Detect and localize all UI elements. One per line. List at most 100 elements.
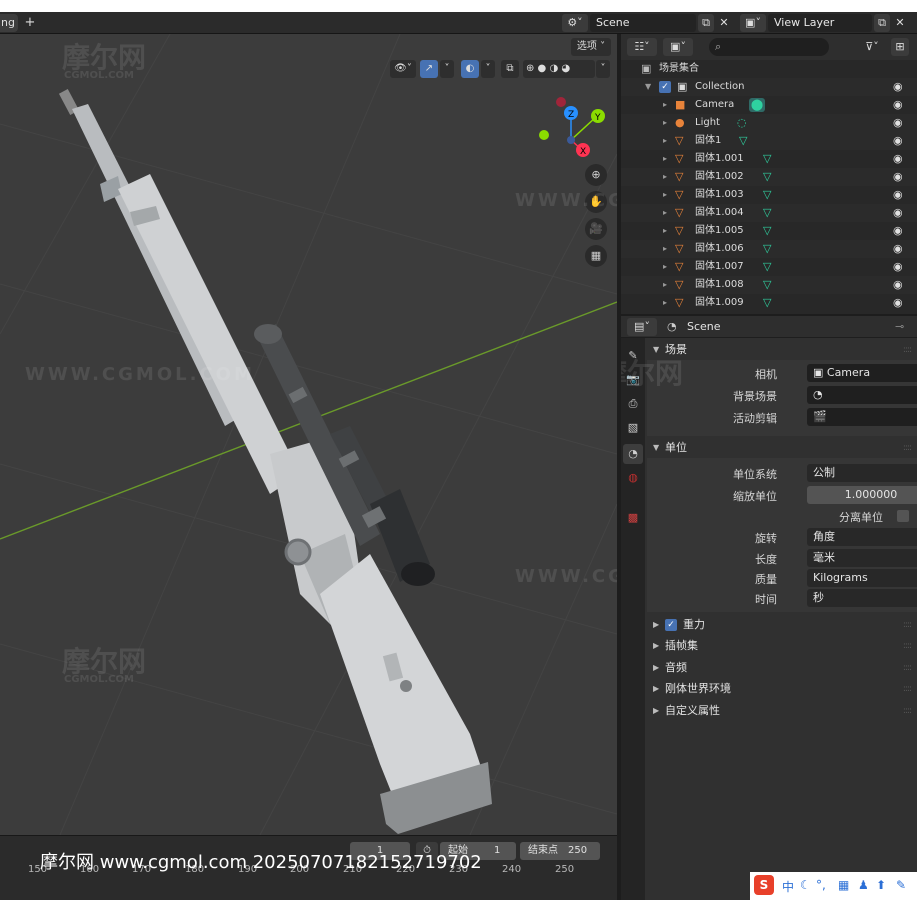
workspace-tab[interactable]: ng	[0, 14, 18, 32]
filter-icon[interactable]: ⊽˅	[859, 38, 885, 56]
filter-view-icon[interactable]: ▣˅	[663, 38, 693, 56]
custom-properties-section-header[interactable]: ▶ 自定义属性 ::::	[647, 701, 917, 721]
outliner-search-input[interactable]: ⌕	[709, 38, 829, 56]
visibility-eye-icon[interactable]: ◉	[893, 168, 903, 186]
drag-handle-icon[interactable]: ::::	[903, 438, 912, 458]
mesh-data-icon[interactable]: ▽	[763, 276, 771, 294]
mesh-data-icon[interactable]: ▽	[763, 258, 771, 276]
properties-panel[interactable]: ▤˅ ◔ Scene ⊸ ✎ 📷 ⎙ ▧ ◔ ◍ ▩ ▼ 场景 :::: 相机 …	[621, 316, 917, 900]
ime-chinese-icon[interactable]: 中	[782, 878, 794, 895]
mesh-data-icon[interactable]: ▽	[763, 240, 771, 258]
xray-toggle-icon[interactable]: ⧉	[501, 60, 519, 78]
options-dropdown[interactable]: 选项 ˅	[571, 38, 611, 56]
outliner-row-mesh[interactable]: ▸ ▽ 固体1.005 ▽ ◉	[621, 222, 917, 240]
delete-scene-icon[interactable]: ✕	[716, 14, 732, 32]
expand-icon[interactable]: ▸	[663, 150, 667, 168]
outliner-row-light[interactable]: ▸ ● Light ◌ ◉	[621, 114, 917, 132]
punctuation-icon[interactable]: °,	[816, 878, 826, 892]
scene-section-header[interactable]: ▼ 场景 ::::	[647, 340, 917, 360]
visibility-eye-icon[interactable]: ◉	[893, 114, 903, 132]
mesh-data-icon[interactable]: ▽	[763, 222, 771, 240]
mass-dropdown[interactable]: Kilograms ˅	[807, 569, 917, 587]
outliner-row-collection[interactable]: ▼ ✓ ▣ Collection ◉	[621, 78, 917, 96]
outliner-row-mesh[interactable]: ▸ ▽ 固体1.002 ▽ ◉	[621, 168, 917, 186]
drag-handle-icon[interactable]: ::::	[903, 658, 912, 678]
mesh-data-icon[interactable]: ▽	[763, 186, 771, 204]
pin-icon[interactable]: ⊸	[895, 320, 904, 333]
visibility-eye-icon[interactable]: ◉	[893, 222, 903, 240]
expand-icon[interactable]: ▸	[663, 114, 667, 132]
outliner-row-mesh[interactable]: ▸ ▽ 固体1.009 ▽ ◉	[621, 294, 917, 312]
timeline-editor[interactable]: 1 ⏱ 起始 1 结束点 250 150 160 170 180 190 200…	[0, 835, 617, 900]
gizmo-toggle-icon[interactable]: ↗	[420, 60, 438, 78]
visibility-eye-icon[interactable]: ◉	[893, 150, 903, 168]
units-section-header[interactable]: ▼ 单位 ::::	[647, 438, 917, 458]
new-collection-icon[interactable]: ⊞	[891, 38, 909, 56]
gizmo-dropdown-icon[interactable]: ˅	[440, 60, 454, 78]
outliner-row-mesh[interactable]: ▸ ▽ 固体1.004 ▽ ◉	[621, 204, 917, 222]
gravity-checkbox[interactable]: ✓	[665, 619, 677, 631]
output-tab-icon[interactable]: ⎙	[623, 394, 643, 414]
expand-icon[interactable]: ▼	[645, 78, 651, 96]
delete-view-layer-icon[interactable]: ✕	[892, 14, 908, 32]
drag-handle-icon[interactable]: ::::	[903, 636, 912, 656]
expand-icon[interactable]: ▸	[663, 168, 667, 186]
skin-icon[interactable]: ⬆	[876, 878, 886, 892]
visibility-eye-icon[interactable]: ◉	[893, 240, 903, 258]
wrench-icon[interactable]: ✎	[896, 878, 906, 892]
visibility-eye-icon[interactable]: ◉	[893, 186, 903, 204]
camera-field[interactable]: ▣ Camera ✕	[807, 364, 917, 382]
view-layer-selector-icon[interactable]: ▣˅	[740, 14, 766, 32]
expand-icon[interactable]: ▸	[663, 276, 667, 294]
moon-icon[interactable]: ☾	[800, 878, 811, 892]
end-frame-field[interactable]: 结束点 250	[520, 842, 600, 860]
length-dropdown[interactable]: 毫米 ˅	[807, 549, 917, 567]
keyboard-icon[interactable]: ▦	[838, 878, 849, 892]
time-dropdown[interactable]: 秒 ˅	[807, 589, 917, 607]
visibility-dropdown-icon[interactable]: 👁˅	[390, 60, 416, 78]
input-method-icon[interactable]: S	[754, 875, 774, 895]
expand-icon[interactable]: ▸	[663, 186, 667, 204]
world-tab-icon[interactable]: ◍	[623, 468, 643, 488]
expand-icon[interactable]: ▸	[663, 96, 667, 114]
visibility-eye-icon[interactable]: ◉	[893, 204, 903, 222]
scene-name-field[interactable]: Scene	[590, 14, 696, 32]
zoom-icon[interactable]: ⊕	[585, 164, 607, 186]
outliner-row-mesh[interactable]: ▸ ▽ 固体1.006 ▽ ◉	[621, 240, 917, 258]
gravity-section-header[interactable]: ▶ ✓ 重力 ::::	[647, 615, 917, 635]
mesh-data-icon[interactable]: ▽	[739, 132, 747, 150]
overlay-toggle-icon[interactable]: ◐	[461, 60, 479, 78]
visibility-eye-icon[interactable]: ◉	[893, 96, 903, 114]
scene-tab-icon[interactable]: ◔	[623, 444, 643, 464]
drag-handle-icon[interactable]: ::::	[903, 701, 912, 721]
mesh-data-icon[interactable]: ▽	[763, 294, 771, 312]
outliner-row-mesh[interactable]: ▸ ▽ 固体1.007 ▽ ◉	[621, 258, 917, 276]
background-scene-field[interactable]: ◔	[807, 386, 917, 404]
add-workspace-button[interactable]: +	[22, 14, 38, 32]
overlay-dropdown-icon[interactable]: ˅	[481, 60, 495, 78]
visibility-eye-icon[interactable]: ◉	[893, 276, 903, 294]
outliner-row-camera[interactable]: ▸ ■ Camera ⬤ ◉	[621, 96, 917, 114]
rotation-dropdown[interactable]: 角度 ˅	[807, 528, 917, 546]
keying-sets-section-header[interactable]: ▶ 插帧集 ::::	[647, 636, 917, 656]
expand-icon[interactable]: ▸	[663, 204, 667, 222]
separate-units-checkbox[interactable]	[897, 510, 909, 522]
scene-selector-icon[interactable]: ⚙︎˅	[562, 14, 588, 32]
expand-icon[interactable]: ▸	[663, 294, 667, 312]
rigid-body-world-section-header[interactable]: ▶ 刚体世界环境 ::::	[647, 679, 917, 699]
drag-handle-icon[interactable]: ::::	[903, 615, 912, 635]
expand-icon[interactable]: ▸	[663, 240, 667, 258]
mesh-data-icon[interactable]: ▽	[763, 168, 771, 186]
outliner-root-row[interactable]: ▣ 场景集合	[621, 60, 917, 78]
texture-tab-icon[interactable]: ▩	[623, 508, 643, 528]
view-layer-name-field[interactable]: View Layer	[768, 14, 872, 32]
active-clip-field[interactable]: 🎬	[807, 408, 917, 426]
shading-dropdown-icon[interactable]: ˅	[596, 60, 610, 78]
rifle-model[interactable]	[58, 89, 492, 834]
visibility-eye-icon[interactable]: ◉	[893, 294, 903, 312]
3d-viewport[interactable]: Z Y X 选项 ˅ 👁˅ ↗ ˅ ◐ ˅ ⧉ ⊕ ● ◑ ◕ ˅ ⊕ ✋ 🎥 …	[0, 34, 617, 835]
new-view-layer-icon[interactable]: ⧉	[874, 14, 890, 32]
display-mode-icon[interactable]: ☷˅	[627, 38, 657, 56]
mesh-data-icon[interactable]: ▽	[763, 150, 771, 168]
visibility-eye-icon[interactable]: ◉	[893, 78, 903, 96]
